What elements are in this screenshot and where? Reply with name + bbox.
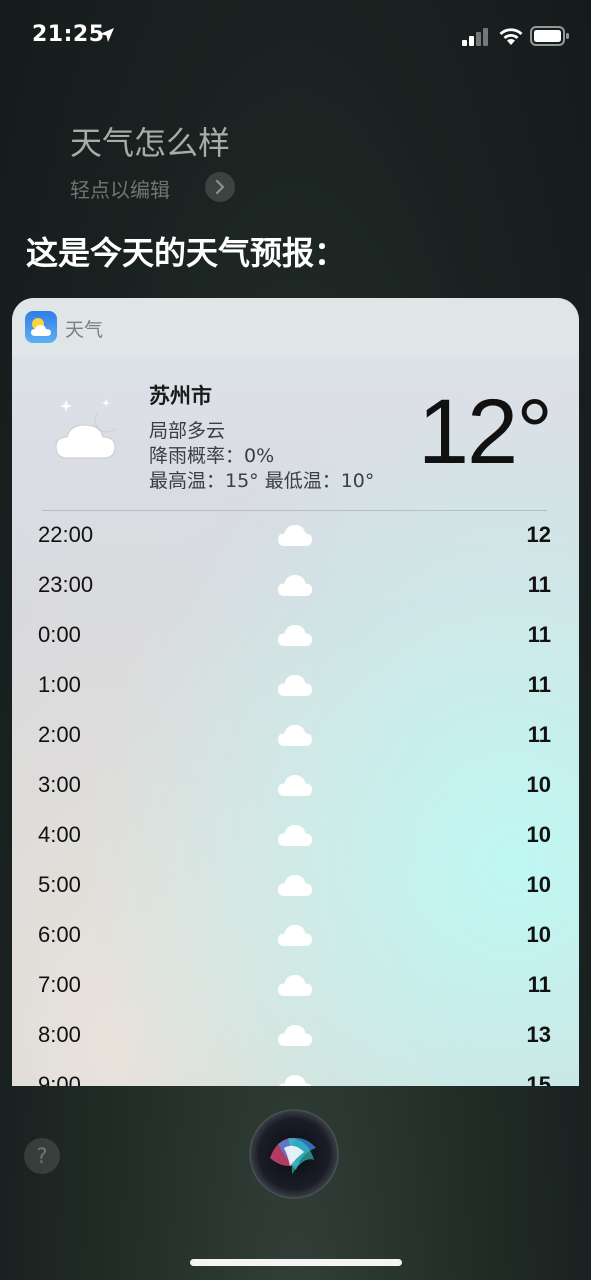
status-time: 21:25: [32, 22, 105, 47]
cloud-icon: [278, 875, 312, 896]
cloud-icon: [278, 1025, 312, 1046]
current-temperature: 12°: [417, 381, 553, 483]
home-indicator[interactable]: [190, 1259, 402, 1266]
cloud-icon: [278, 825, 312, 846]
wifi-icon: [499, 28, 523, 45]
hour-time: 3:00: [38, 772, 81, 797]
weather-card[interactable]: 天气 苏州市 局部多云 降雨概率：0% 最高温：15° 最低温：10° 12° …: [12, 298, 579, 1086]
hour-temp: 13: [526, 1022, 551, 1047]
hour-time: 1:00: [38, 672, 81, 697]
hourly-row: 9:00 15: [12, 1060, 579, 1086]
siri-query[interactable]: 天气怎么样: [70, 118, 230, 164]
location-arrow-icon: [100, 28, 114, 42]
hour-temp: 11: [527, 572, 551, 597]
hourly-row: 22:00 12: [12, 510, 579, 560]
hour-time: 7:00: [38, 972, 81, 997]
hour-time: 23:00: [38, 572, 94, 597]
hour-time: 8:00: [38, 1022, 81, 1047]
hourly-row: 8:00 13: [12, 1010, 579, 1060]
tap-to-edit-hint[interactable]: 轻点以编辑: [70, 174, 170, 203]
high-low-temp: 最高温：15° 最低温：10°: [149, 470, 375, 492]
partly-cloudy-night-icon: [55, 399, 117, 459]
siri-orb-icon[interactable]: [248, 1108, 340, 1200]
hour-temp: 12: [526, 522, 551, 547]
app-name: 天气: [65, 319, 104, 341]
hourly-row: 7:00 11: [12, 960, 579, 1010]
hourly-forecast-list: 22:00 12 23:00 11 0:00 11 1:00 11 2:00 1…: [12, 510, 579, 1086]
hour-temp: 11: [527, 672, 551, 697]
cellular-signal-icon: [462, 28, 488, 46]
hour-time: 9:00: [38, 1072, 81, 1086]
help-button[interactable]: ?: [24, 1138, 60, 1174]
cloud-icon: [278, 975, 312, 996]
hourly-row: 5:00 10: [12, 860, 579, 910]
cloud-icon: [278, 775, 312, 796]
hourly-row: 0:00 11: [12, 610, 579, 660]
hour-temp: 15: [526, 1072, 551, 1086]
cloud-icon: [278, 575, 312, 596]
hour-temp: 11: [527, 622, 551, 647]
hourly-row: 2:00 11: [12, 710, 579, 760]
hour-time: 4:00: [38, 822, 81, 847]
cloud-icon: [278, 675, 312, 696]
hourly-row: 4:00 10: [12, 810, 579, 860]
weather-card-header[interactable]: 天气: [12, 298, 579, 356]
status-bar: 21:25: [0, 0, 591, 72]
hour-time: 0:00: [38, 622, 81, 647]
weather-condition: 局部多云: [149, 420, 226, 442]
siri-answer: 这是今天的天气预报：: [26, 234, 347, 272]
cloud-icon: [278, 1075, 312, 1086]
hourly-row: 6:00 10: [12, 910, 579, 960]
cloud-icon: [278, 725, 312, 746]
hour-time: 6:00: [38, 922, 81, 947]
cloud-icon: [278, 625, 312, 646]
cloud-icon: [278, 525, 312, 546]
edit-chevron-button[interactable]: [205, 172, 235, 202]
chevron-right-icon: [215, 180, 225, 194]
hour-time: 22:00: [38, 522, 94, 547]
hour-temp: 10: [526, 772, 551, 797]
cloud-icon: [278, 925, 312, 946]
hourly-row: 23:00 11: [12, 560, 579, 610]
battery-icon: [530, 26, 569, 46]
weather-app-icon: [25, 311, 57, 343]
hour-time: 5:00: [38, 872, 81, 897]
hour-time: 2:00: [38, 722, 81, 747]
hourly-row: 3:00 10: [12, 760, 579, 810]
hour-temp: 10: [526, 922, 551, 947]
hour-temp: 11: [527, 972, 551, 997]
hour-temp: 10: [526, 872, 551, 897]
city-name: 苏州市: [149, 384, 212, 408]
hour-temp: 11: [527, 722, 551, 747]
hour-temp: 10: [526, 822, 551, 847]
hourly-row: 1:00 11: [12, 660, 579, 710]
precipitation-chance: 降雨概率：0%: [149, 445, 275, 467]
